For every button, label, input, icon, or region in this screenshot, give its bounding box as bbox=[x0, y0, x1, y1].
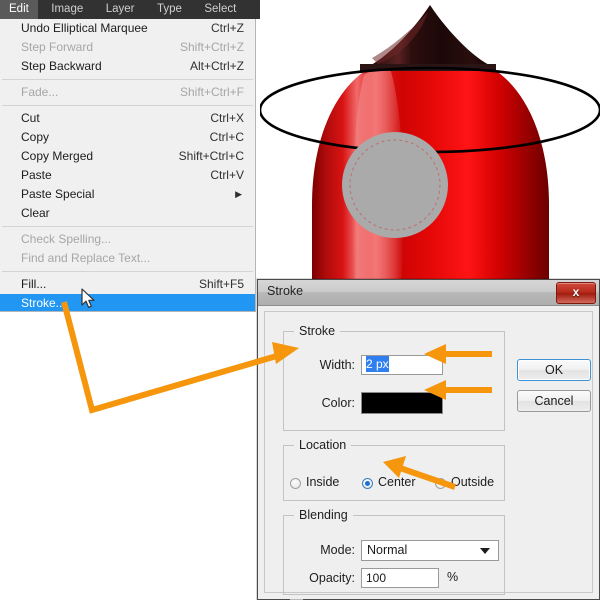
radio-center-label: Center bbox=[378, 475, 416, 489]
stroke-group-legend: Stroke bbox=[294, 324, 340, 338]
menu-item-cut[interactable]: Cut Ctrl+X bbox=[0, 109, 255, 128]
opacity-label: Opacity: bbox=[277, 571, 355, 585]
close-button[interactable]: x bbox=[556, 282, 596, 304]
menu-item-label: Undo Elliptical Marquee bbox=[21, 19, 148, 38]
menubar-item-type[interactable]: Type bbox=[148, 0, 191, 19]
menu-item-accel: Ctrl+X bbox=[210, 109, 244, 128]
menubar-item-layer[interactable]: Layer bbox=[97, 0, 144, 19]
menu-item-find-replace-text[interactable]: Find and Replace Text... bbox=[0, 249, 255, 268]
mouse-cursor-icon bbox=[81, 288, 97, 310]
percent-label: % bbox=[447, 570, 458, 584]
blending-group-legend: Blending bbox=[294, 508, 353, 522]
menu-item-label: Fade... bbox=[21, 83, 58, 102]
cancel-button[interactable]: Cancel bbox=[517, 390, 591, 412]
width-input[interactable]: 2 px bbox=[361, 355, 443, 375]
location-group-legend: Location bbox=[294, 438, 351, 452]
menu-separator bbox=[2, 105, 253, 106]
chevron-down-icon bbox=[480, 548, 490, 554]
opacity-input[interactable]: 100 bbox=[361, 568, 439, 588]
menu-item-check-spelling[interactable]: Check Spelling... bbox=[0, 230, 255, 249]
location-group: Location bbox=[283, 445, 505, 501]
color-label: Color: bbox=[283, 396, 355, 410]
close-icon: x bbox=[557, 285, 595, 299]
radio-dot-icon bbox=[362, 478, 373, 489]
ok-button[interactable]: OK bbox=[517, 359, 591, 381]
stroke-dialog[interactable]: Stroke x Stroke Width: 2 px Color: Locat… bbox=[257, 279, 600, 600]
color-swatch[interactable] bbox=[361, 392, 443, 414]
menubar-item-edit[interactable]: Edit bbox=[0, 0, 38, 19]
opacity-input-value: 100 bbox=[366, 571, 386, 585]
stroke-group: Stroke bbox=[283, 331, 505, 431]
dialog-title: Stroke bbox=[267, 284, 303, 298]
menu-item-paste[interactable]: Paste Ctrl+V bbox=[0, 166, 255, 185]
submenu-arrow-icon: ▶ bbox=[235, 185, 242, 204]
radio-dot-icon bbox=[435, 478, 446, 489]
menu-item-label: Step Forward bbox=[21, 38, 93, 57]
menu-item-accel: Shift+Ctrl+Z bbox=[180, 38, 244, 57]
width-input-value: 2 px bbox=[366, 356, 389, 372]
radio-outside-label: Outside bbox=[451, 475, 494, 489]
menu-separator bbox=[2, 226, 253, 227]
dialog-body: Stroke Width: 2 px Color: Location Insid… bbox=[264, 311, 593, 593]
menu-item-accel: Ctrl+V bbox=[210, 166, 244, 185]
menu-item-step-forward[interactable]: Step Forward Shift+Ctrl+Z bbox=[0, 38, 255, 57]
menu-bar[interactable]: Edit Image Layer Type Select Filter bbox=[0, 0, 260, 19]
dialog-title-bar[interactable]: Stroke x bbox=[258, 280, 599, 306]
menu-item-step-backward[interactable]: Step Backward Alt+Ctrl+Z bbox=[0, 57, 255, 76]
image-canvas[interactable] bbox=[260, 0, 600, 290]
menu-item-label: Step Backward bbox=[21, 57, 102, 76]
menu-item-label: Paste Special bbox=[21, 185, 94, 204]
menu-item-accel: Shift+F5 bbox=[199, 275, 244, 294]
menu-item-paste-special[interactable]: Paste Special ▶ bbox=[0, 185, 255, 204]
menu-item-label: Cut bbox=[21, 109, 40, 128]
gray-circle-fill bbox=[342, 132, 448, 238]
menu-item-stroke[interactable]: Stroke... bbox=[0, 294, 255, 312]
menu-item-label: Paste bbox=[21, 166, 52, 185]
menu-item-clear[interactable]: Clear bbox=[0, 204, 255, 223]
menu-item-label: Copy bbox=[21, 128, 49, 147]
menu-item-label: Fill... bbox=[21, 275, 46, 294]
menu-item-label: Check Spelling... bbox=[21, 230, 111, 249]
menu-item-accel: Ctrl+Z bbox=[211, 19, 244, 38]
menu-item-label: Find and Replace Text... bbox=[21, 249, 150, 268]
radio-inside-label: Inside bbox=[306, 475, 339, 489]
radio-dot-icon bbox=[290, 478, 301, 489]
menu-item-fill[interactable]: Fill... Shift+F5 bbox=[0, 275, 255, 294]
menu-item-accel: Shift+Ctrl+F bbox=[180, 83, 244, 102]
menu-item-accel: Shift+Ctrl+C bbox=[179, 147, 244, 166]
menu-item-copy-merged[interactable]: Copy Merged Shift+Ctrl+C bbox=[0, 147, 255, 166]
mode-label: Mode: bbox=[283, 543, 355, 557]
menu-item-undo[interactable]: Undo Elliptical Marquee Ctrl+Z bbox=[0, 19, 255, 38]
menu-separator bbox=[2, 79, 253, 80]
blend-mode-select[interactable]: Normal bbox=[361, 540, 499, 561]
menu-item-label: Stroke... bbox=[21, 294, 66, 312]
menubar-item-image[interactable]: Image bbox=[42, 0, 92, 19]
menu-item-copy[interactable]: Copy Ctrl+C bbox=[0, 128, 255, 147]
menubar-item-select[interactable]: Select bbox=[195, 0, 245, 19]
menu-item-accel: Ctrl+C bbox=[210, 128, 244, 147]
menu-separator bbox=[2, 271, 253, 272]
menu-item-label: Clear bbox=[21, 204, 50, 223]
menu-item-fade[interactable]: Fade... Shift+Ctrl+F bbox=[0, 83, 255, 102]
blend-mode-value: Normal bbox=[367, 543, 407, 557]
menu-item-accel: Alt+Ctrl+Z bbox=[190, 57, 244, 76]
screenshot-root: Edit Image Layer Type Select Filter Undo… bbox=[0, 0, 600, 600]
arrow-to-width-shaft bbox=[64, 302, 280, 410]
edit-dropdown-menu[interactable]: Undo Elliptical Marquee Ctrl+Z Step Forw… bbox=[0, 19, 256, 312]
menu-item-label: Copy Merged bbox=[21, 147, 93, 166]
width-label: Width: bbox=[283, 358, 355, 372]
rocket-artwork bbox=[260, 0, 600, 290]
